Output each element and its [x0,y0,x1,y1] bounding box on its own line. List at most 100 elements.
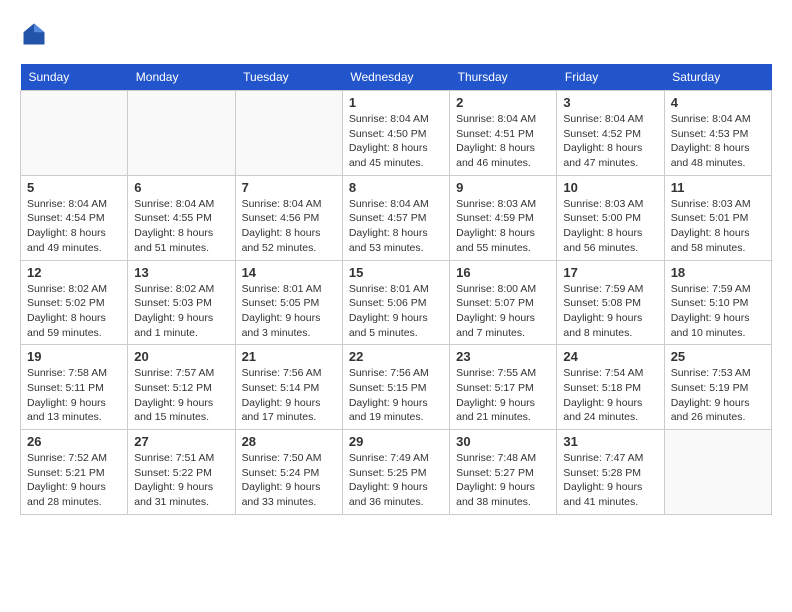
day-number: 28 [242,434,336,449]
day-number: 23 [456,349,550,364]
calendar-cell [235,91,342,176]
calendar-cell: 5 Sunrise: 8:04 AM Sunset: 4:54 PM Daylig… [21,175,128,260]
day-number: 12 [27,265,121,280]
logo [20,20,52,48]
day-number: 5 [27,180,121,195]
day-info: Sunrise: 8:04 AM Sunset: 4:50 PM Dayligh… [349,112,443,171]
day-number: 11 [671,180,765,195]
calendar-cell: 2 Sunrise: 8:04 AM Sunset: 4:51 PM Daylig… [450,91,557,176]
calendar-week-row: 5 Sunrise: 8:04 AM Sunset: 4:54 PM Daylig… [21,175,772,260]
day-number: 14 [242,265,336,280]
day-number: 19 [27,349,121,364]
day-number: 29 [349,434,443,449]
day-info: Sunrise: 8:03 AM Sunset: 4:59 PM Dayligh… [456,197,550,256]
day-info: Sunrise: 7:49 AM Sunset: 5:25 PM Dayligh… [349,451,443,510]
calendar-cell: 29 Sunrise: 7:49 AM Sunset: 5:25 PM Dayli… [342,430,449,515]
calendar-cell: 28 Sunrise: 7:50 AM Sunset: 5:24 PM Dayli… [235,430,342,515]
day-info: Sunrise: 7:57 AM Sunset: 5:12 PM Dayligh… [134,366,228,425]
day-number: 1 [349,95,443,110]
calendar-cell: 24 Sunrise: 7:54 AM Sunset: 5:18 PM Dayli… [557,345,664,430]
calendar-cell: 27 Sunrise: 7:51 AM Sunset: 5:22 PM Dayli… [128,430,235,515]
day-number: 26 [27,434,121,449]
day-info: Sunrise: 8:04 AM Sunset: 4:57 PM Dayligh… [349,197,443,256]
day-number: 20 [134,349,228,364]
day-number: 27 [134,434,228,449]
calendar-week-row: 19Sunrise: 7:58 AM Sunset: 5:11 PM Dayli… [21,345,772,430]
day-number: 16 [456,265,550,280]
day-info: Sunrise: 8:02 AM Sunset: 5:03 PM Dayligh… [134,282,228,341]
calendar-cell: 13 Sunrise: 8:02 AM Sunset: 5:03 PM Dayli… [128,260,235,345]
calendar-cell: 4 Sunrise: 8:04 AM Sunset: 4:53 PM Daylig… [664,91,771,176]
calendar-cell: 17 Sunrise: 7:59 AM Sunset: 5:08 PM Dayli… [557,260,664,345]
day-number: 17 [563,265,657,280]
calendar-cell: 14 Sunrise: 8:01 AM Sunset: 5:05 PM Dayli… [235,260,342,345]
day-info: Sunrise: 8:04 AM Sunset: 4:56 PM Dayligh… [242,197,336,256]
day-info: Sunrise: 7:59 AM Sunset: 5:08 PM Dayligh… [563,282,657,341]
day-number: 13 [134,265,228,280]
day-number: 4 [671,95,765,110]
day-info: Sunrise: 7:47 AM Sunset: 5:28 PM Dayligh… [563,451,657,510]
day-info: Sunrise: 7:56 AM Sunset: 5:15 PM Dayligh… [349,366,443,425]
calendar-cell: 20 Sunrise: 7:57 AM Sunset: 5:12 PM Dayli… [128,345,235,430]
day-info: Sunrise: 8:04 AM Sunset: 4:51 PM Dayligh… [456,112,550,171]
day-info: Sunrise: 7:50 AM Sunset: 5:24 PM Dayligh… [242,451,336,510]
calendar-cell: 22 Sunrise: 7:56 AM Sunset: 5:15 PM Dayli… [342,345,449,430]
day-info: Sunrise: 8:01 AM Sunset: 5:05 PM Dayligh… [242,282,336,341]
calendar-cell: 1 Sunrise: 8:04 AM Sunset: 4:50 PM Daylig… [342,91,449,176]
day-number: 9 [456,180,550,195]
calendar-cell: 11 Sunrise: 8:03 AM Sunset: 5:01 PM Dayli… [664,175,771,260]
day-info: Sunrise: 7:53 AM Sunset: 5:19 PM Dayligh… [671,366,765,425]
calendar-week-row: 26Sunrise: 7:52 AM Sunset: 5:21 PM Dayli… [21,430,772,515]
calendar-table: SundayMondayTuesdayWednesdayThursdayFrid… [20,64,772,515]
calendar-cell: 30 Sunrise: 7:48 AM Sunset: 5:27 PM Dayli… [450,430,557,515]
day-number: 7 [242,180,336,195]
day-info: Sunrise: 8:03 AM Sunset: 5:01 PM Dayligh… [671,197,765,256]
calendar-cell: 12Sunrise: 8:02 AM Sunset: 5:02 PM Dayli… [21,260,128,345]
day-of-week-header: Friday [557,64,664,91]
day-number: 25 [671,349,765,364]
day-number: 18 [671,265,765,280]
calendar-cell: 21Sunrise: 7:56 AM Sunset: 5:14 PM Dayli… [235,345,342,430]
calendar-cell: 16Sunrise: 8:00 AM Sunset: 5:07 PM Dayli… [450,260,557,345]
calendar-cell: 3Sunrise: 8:04 AM Sunset: 4:52 PM Daylig… [557,91,664,176]
day-info: Sunrise: 8:04 AM Sunset: 4:53 PM Dayligh… [671,112,765,171]
logo-icon [20,20,48,48]
calendar-cell: 10 Sunrise: 8:03 AM Sunset: 5:00 PM Dayli… [557,175,664,260]
day-number: 22 [349,349,443,364]
day-number: 2 [456,95,550,110]
day-info: Sunrise: 8:01 AM Sunset: 5:06 PM Dayligh… [349,282,443,341]
day-number: 15 [349,265,443,280]
day-info: Sunrise: 8:03 AM Sunset: 5:00 PM Dayligh… [563,197,657,256]
calendar-week-row: 1 Sunrise: 8:04 AM Sunset: 4:50 PM Daylig… [21,91,772,176]
page-header [20,20,772,48]
day-of-week-header: Sunday [21,64,128,91]
calendar-cell [21,91,128,176]
day-info: Sunrise: 7:54 AM Sunset: 5:18 PM Dayligh… [563,366,657,425]
day-of-week-header: Monday [128,64,235,91]
day-info: Sunrise: 7:51 AM Sunset: 5:22 PM Dayligh… [134,451,228,510]
day-number: 24 [563,349,657,364]
calendar-cell: 18Sunrise: 7:59 AM Sunset: 5:10 PM Dayli… [664,260,771,345]
calendar-cell: 25 Sunrise: 7:53 AM Sunset: 5:19 PM Dayli… [664,345,771,430]
calendar-cell: 23 Sunrise: 7:55 AM Sunset: 5:17 PM Dayli… [450,345,557,430]
calendar-cell: 9 Sunrise: 8:03 AM Sunset: 4:59 PM Daylig… [450,175,557,260]
calendar-cell: 8Sunrise: 8:04 AM Sunset: 4:57 PM Daylig… [342,175,449,260]
calendar-header-row: SundayMondayTuesdayWednesdayThursdayFrid… [21,64,772,91]
day-info: Sunrise: 8:04 AM Sunset: 4:52 PM Dayligh… [563,112,657,171]
day-info: Sunrise: 7:48 AM Sunset: 5:27 PM Dayligh… [456,451,550,510]
day-number: 31 [563,434,657,449]
calendar-cell: 26Sunrise: 7:52 AM Sunset: 5:21 PM Dayli… [21,430,128,515]
day-number: 30 [456,434,550,449]
day-number: 10 [563,180,657,195]
day-info: Sunrise: 7:55 AM Sunset: 5:17 PM Dayligh… [456,366,550,425]
day-of-week-header: Wednesday [342,64,449,91]
day-of-week-header: Tuesday [235,64,342,91]
calendar-cell: 31 Sunrise: 7:47 AM Sunset: 5:28 PM Dayli… [557,430,664,515]
calendar-cell [128,91,235,176]
calendar-cell [664,430,771,515]
day-info: Sunrise: 8:04 AM Sunset: 4:54 PM Dayligh… [27,197,121,256]
calendar-cell: 6 Sunrise: 8:04 AM Sunset: 4:55 PM Daylig… [128,175,235,260]
day-number: 21 [242,349,336,364]
day-info: Sunrise: 8:04 AM Sunset: 4:55 PM Dayligh… [134,197,228,256]
day-number: 6 [134,180,228,195]
